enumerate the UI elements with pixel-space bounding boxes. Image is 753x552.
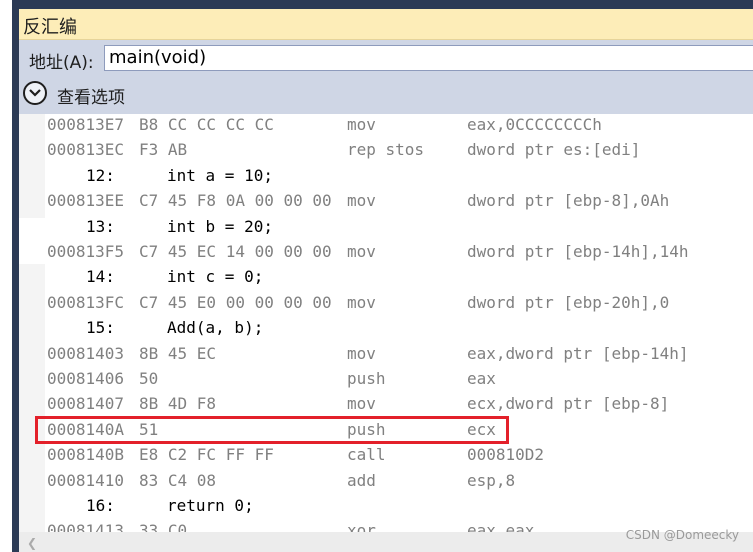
source-line[interactable]: 12: int a = 10; — [19, 163, 753, 188]
asm-operands: eax,dword ptr [ebp-14h] — [467, 343, 689, 363]
address-input[interactable]: main(void) — [104, 45, 753, 71]
asm-mnemonic: mov — [347, 115, 376, 134]
asm-line[interactable]: 000813EC F3 AB rep stos dword ptr es:[edi] — [19, 137, 753, 162]
source-lineno: 12: — [86, 165, 115, 185]
source-lineno: 16: — [86, 496, 115, 515]
asm-mnemonic: push — [347, 369, 386, 388]
title-bar: 反汇编 — [19, 9, 753, 40]
asm-mnemonic: mov — [347, 292, 376, 312]
disassembly-view[interactable]: 000813E7 B8 CC CC CC CC mov eax,0CCCCCCCCh 0… — [19, 114, 753, 532]
asm-bytes: 8B 45 EC — [139, 343, 217, 363]
asm-line[interactable]: 00081407 8B 4D F8 mov ecx,dword ptr [ebp-8] — [19, 391, 753, 416]
asm-operands: 000810D2 — [467, 445, 545, 465]
asm-bytes: C7 45 EC 14 00 00 00 — [139, 242, 332, 261]
asm-bytes: 50 — [139, 369, 159, 388]
source-code: int a = 10; — [167, 165, 273, 185]
source-lineno: 13: — [86, 216, 115, 236]
asm-operands: dword ptr [ebp-14h],14h — [467, 242, 689, 261]
asm-bytes: C7 45 E0 00 00 00 00 — [139, 292, 332, 312]
asm-operands: dword ptr [ebp-8],0Ah — [467, 191, 670, 211]
asm-addr: 000813F5 — [47, 242, 125, 261]
asm-bytes: E8 C2 FC FF FF — [139, 445, 274, 465]
asm-addr: 000813EC — [47, 140, 125, 160]
source-code: Add(a, b); — [167, 318, 264, 338]
asm-line[interactable]: 00081406 50 push eax — [19, 366, 753, 391]
asm-line[interactable]: 000813F5 C7 45 EC 14 00 00 00 mov dword ptr… — [19, 239, 753, 264]
source-line[interactable]: 14: int c = 0; — [19, 264, 753, 289]
asm-line[interactable]: 00081403 8B 45 EC mov eax,dword ptr [ebp-14… — [19, 341, 753, 366]
asm-addr: 000813EE — [47, 191, 125, 211]
asm-bytes: 83 C4 08 — [139, 470, 217, 490]
asm-addr: 0008140B — [47, 445, 125, 465]
asm-line[interactable]: 0008140B E8 C2 FC FF FF call 000810D2 — [19, 442, 753, 467]
asm-operands: eax,0CCCCCCCCh — [467, 115, 602, 134]
asm-bytes: 33 C0 — [139, 521, 188, 532]
asm-line[interactable]: 00081410 83 C4 08 add esp,8 — [19, 468, 753, 493]
asm-bytes: F3 AB — [139, 140, 188, 160]
asm-addr: 00081407 — [47, 394, 125, 414]
address-label: 地址(A): — [29, 53, 94, 73]
asm-operands: eax — [467, 369, 496, 388]
view-options-label[interactable]: 查看选项 — [57, 83, 125, 108]
asm-mnemonic: call — [347, 445, 386, 465]
asm-line[interactable]: 000813EE C7 45 F8 0A 00 00 00 mov dword ptr… — [19, 188, 753, 213]
left-margin — [0, 0, 12, 552]
asm-bytes: 8B 4D F8 — [139, 394, 217, 414]
source-line[interactable]: 13: int b = 20; — [19, 214, 753, 239]
asm-line[interactable]: 000813FC C7 45 E0 00 00 00 00 mov dword ptr… — [19, 290, 753, 315]
asm-addr: 00081413 — [47, 521, 125, 532]
asm-addr: 000813E7 — [47, 115, 125, 134]
window-title: 反汇编 — [23, 17, 77, 38]
asm-operands: ecx,dword ptr [ebp-8] — [467, 394, 670, 414]
source-line[interactable]: 16: return 0; — [19, 493, 753, 518]
asm-mnemonic: xor — [347, 521, 376, 532]
asm-mnemonic: mov — [347, 343, 376, 363]
source-code: int c = 0; — [167, 267, 264, 287]
asm-mnemonic: mov — [347, 242, 376, 261]
source-lineno: 15: — [86, 318, 115, 338]
asm-line[interactable]: 000813E7 B8 CC CC CC CC mov eax,0CCCCCCCCh — [19, 114, 753, 137]
source-line[interactable]: 15: Add(a, b); — [19, 315, 753, 340]
asm-mnemonic: add — [347, 470, 376, 490]
source-lineno: 14: — [86, 267, 115, 287]
asm-addr: 00081403 — [47, 343, 125, 363]
address-toolbar: 地址(A): main(void) — [19, 40, 753, 78]
source-code: int b = 20; — [167, 216, 273, 236]
asm-mnemonic: rep stos — [347, 140, 425, 160]
asm-operands: dword ptr [ebp-20h],0 — [467, 292, 670, 312]
asm-addr: 00081410 — [47, 470, 125, 490]
scroll-left-icon[interactable]: ❮ — [27, 536, 37, 550]
asm-addr: 000813FC — [47, 292, 125, 312]
asm-addr: 00081406 — [47, 369, 125, 388]
chevron-down-icon[interactable] — [23, 81, 47, 105]
watermark: CSDN @Domeecky — [625, 528, 739, 542]
asm-mnemonic: mov — [347, 394, 376, 414]
asm-operands: esp,8 — [467, 470, 516, 490]
asm-bytes: B8 CC CC CC CC — [139, 115, 274, 134]
asm-operands: eax,eax — [467, 521, 535, 532]
asm-operands: dword ptr es:[edi] — [467, 140, 641, 160]
asm-mnemonic: mov — [347, 191, 376, 211]
asm-bytes: C7 45 F8 0A 00 00 00 — [139, 191, 332, 211]
source-code: return 0; — [167, 496, 254, 515]
view-options-bar[interactable]: 查看选项 — [19, 78, 753, 114]
highlight-box — [35, 416, 509, 444]
